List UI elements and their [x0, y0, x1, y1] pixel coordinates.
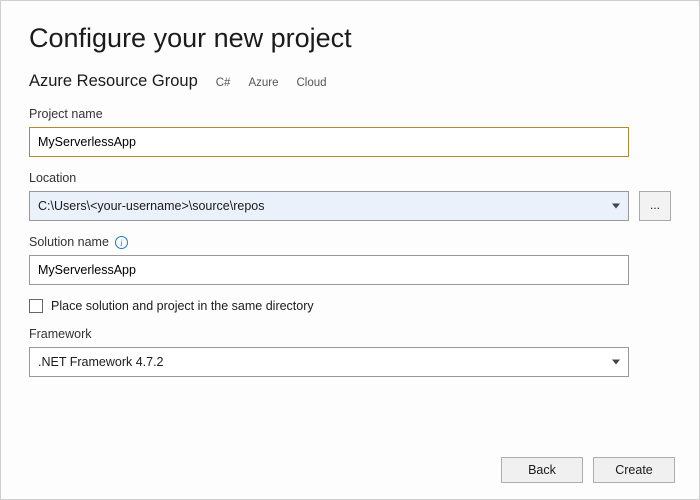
dialog-buttons: Back Create — [501, 457, 675, 483]
location-label: Location — [29, 171, 671, 185]
location-block: Location C:\Users\<your-username>\source… — [29, 171, 671, 221]
create-button[interactable]: Create — [593, 457, 675, 483]
project-name-input[interactable] — [29, 127, 629, 157]
solution-name-label: Solution name i — [29, 235, 671, 249]
tag-azure: Azure — [248, 77, 278, 89]
solution-name-block: Solution name i — [29, 235, 671, 285]
same-directory-row[interactable]: Place solution and project in the same d… — [29, 299, 671, 313]
same-directory-label: Place solution and project in the same d… — [51, 299, 314, 313]
chevron-down-icon — [612, 204, 620, 209]
template-name: Azure Resource Group — [29, 72, 198, 91]
browse-button[interactable]: ... — [639, 191, 671, 221]
solution-name-label-text: Solution name — [29, 235, 109, 249]
tag-csharp: C# — [216, 77, 231, 89]
framework-combo[interactable]: .NET Framework 4.7.2 — [29, 347, 629, 377]
tag-cloud: Cloud — [297, 77, 327, 89]
chevron-down-icon — [612, 360, 620, 365]
framework-block: Framework .NET Framework 4.7.2 — [29, 327, 671, 377]
same-directory-checkbox[interactable] — [29, 299, 43, 313]
framework-value: .NET Framework 4.7.2 — [38, 355, 164, 369]
framework-label: Framework — [29, 327, 671, 341]
project-name-label: Project name — [29, 107, 671, 121]
template-header: Azure Resource Group C# Azure Cloud — [29, 72, 671, 91]
template-tags: C# Azure Cloud — [216, 77, 327, 89]
location-value: C:\Users\<your-username>\source\repos — [38, 199, 264, 213]
info-icon[interactable]: i — [115, 236, 128, 249]
location-combo[interactable]: C:\Users\<your-username>\source\repos — [29, 191, 629, 221]
solution-name-input[interactable] — [29, 255, 629, 285]
project-name-block: Project name — [29, 107, 671, 157]
configure-project-dialog: Configure your new project Azure Resourc… — [0, 0, 700, 500]
back-button[interactable]: Back — [501, 457, 583, 483]
page-title: Configure your new project — [29, 23, 671, 54]
